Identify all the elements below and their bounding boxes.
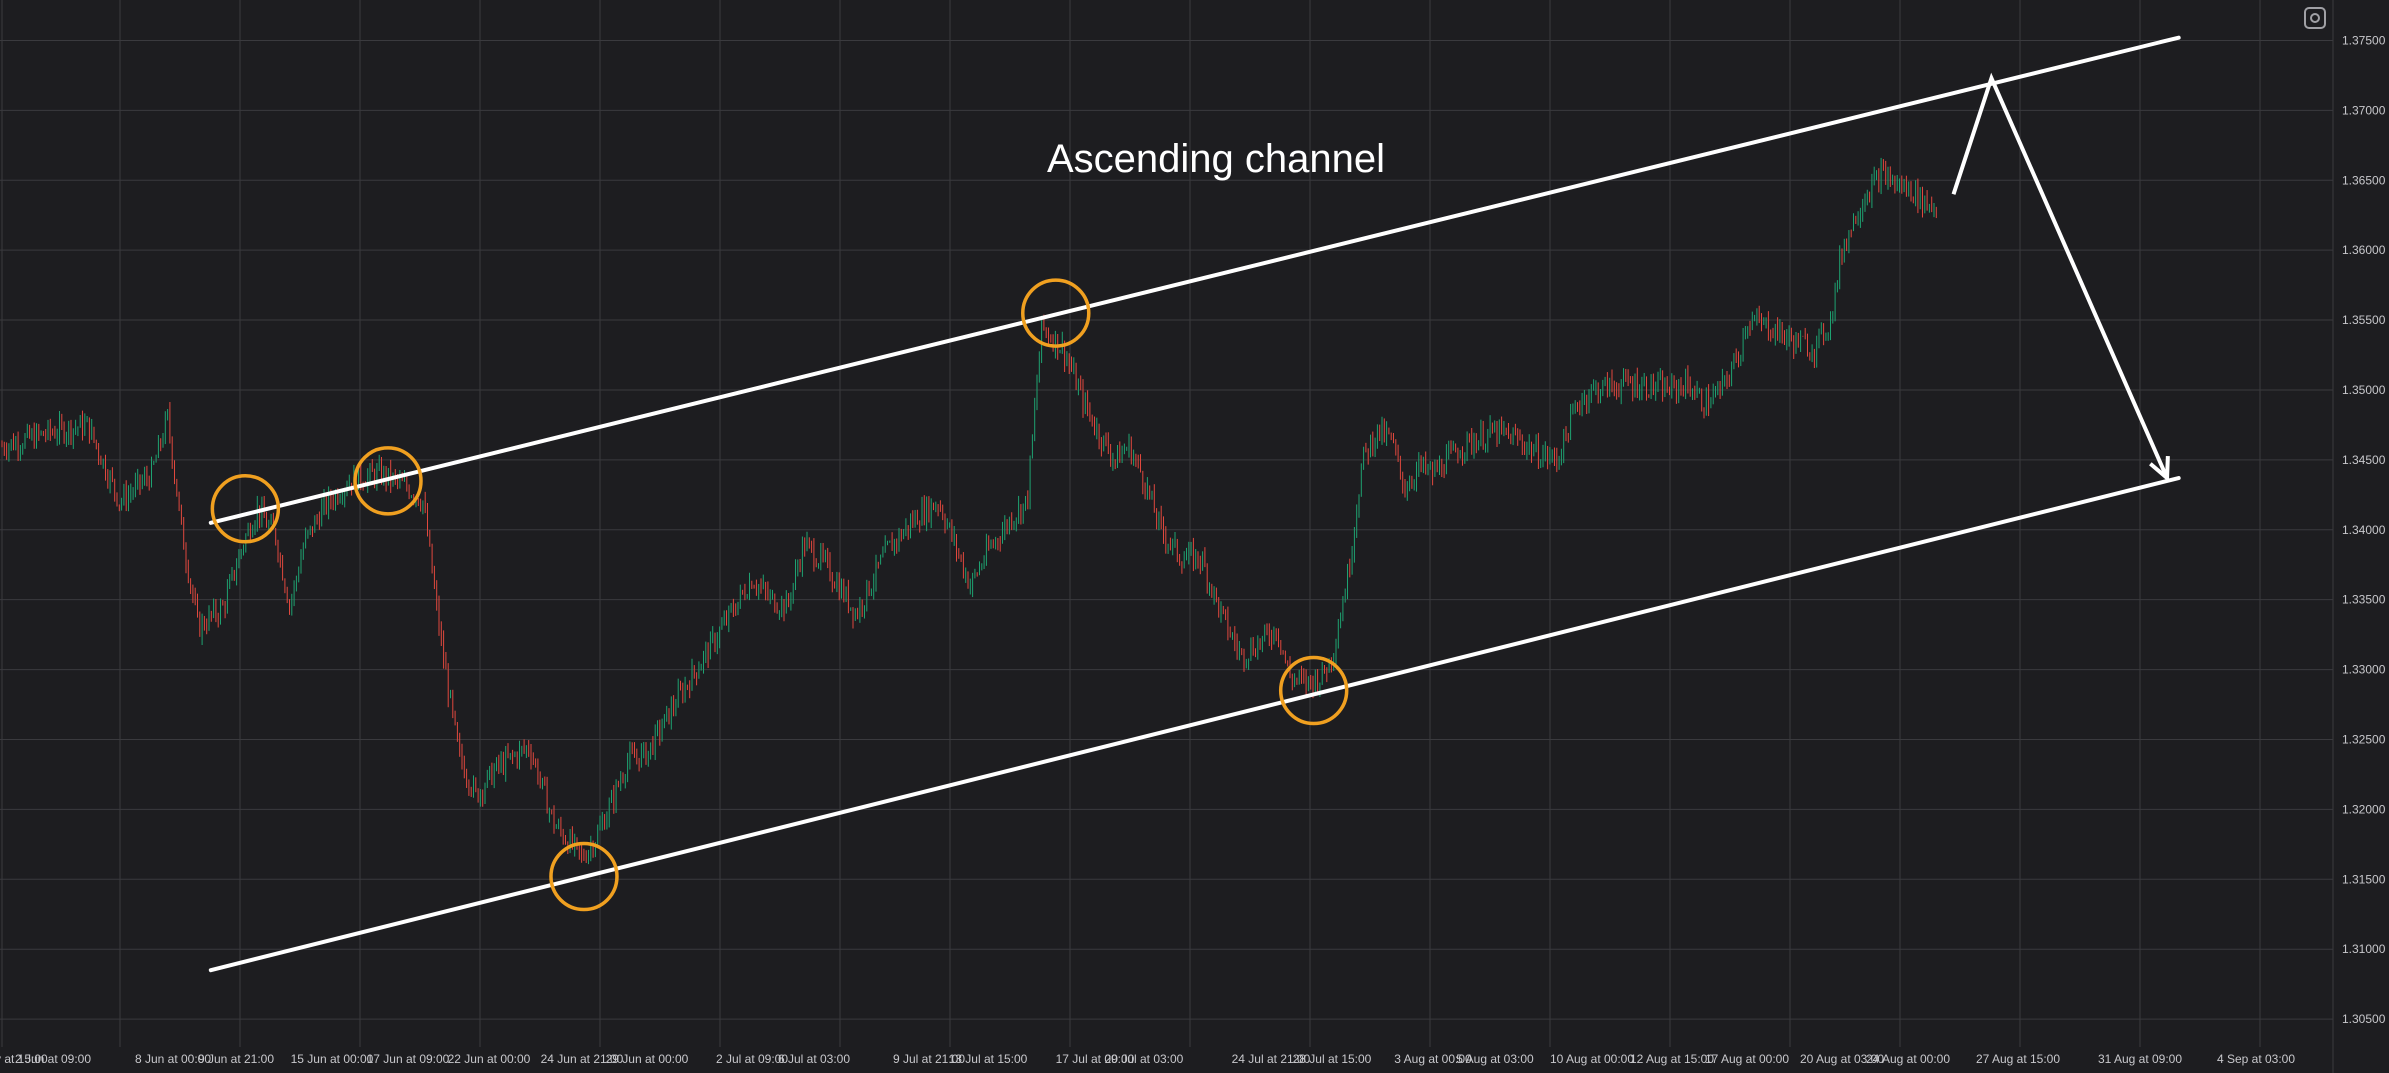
y-axis: 1.37500 1.37000 1.36500 1.36000 1.35500 1.350…: [2342, 33, 2386, 1026]
y-tick-label: 1.35500: [2342, 313, 2386, 327]
y-tick-label: 1.34000: [2342, 523, 2386, 537]
y-tick-label: 1.32500: [2342, 732, 2386, 746]
x-tick-label: 2 Jun at 09:00: [15, 1052, 91, 1066]
y-tick-label: 1.30500: [2342, 1012, 2386, 1026]
y-tick-label: 1.31000: [2342, 942, 2386, 956]
x-tick-label: 17 Aug at 00:00: [1705, 1052, 1789, 1066]
y-tick-label: 1.37500: [2342, 33, 2386, 47]
price-chart: 1.37500 1.37000 1.36500 1.36000 1.35500 1.350…: [0, 0, 2389, 1073]
x-tick-label: 28 Jul at 15:00: [1293, 1052, 1372, 1066]
x-tick-label: 20 Jul at 03:00: [1105, 1052, 1184, 1066]
y-tick-label: 1.36000: [2342, 243, 2386, 257]
x-tick-label: 6 Jul at 03:00: [778, 1052, 850, 1066]
x-tick-label: 9 Jun at 21:00: [198, 1052, 274, 1066]
x-tick-label: 24 Aug at 00:00: [1866, 1052, 1950, 1066]
y-tick-label: 1.33000: [2342, 663, 2386, 677]
y-tick-label: 1.37000: [2342, 103, 2386, 117]
y-tick-label: 1.34500: [2342, 453, 2386, 467]
y-tick-label: 1.32000: [2342, 802, 2386, 816]
y-tick-label: 1.35000: [2342, 383, 2386, 397]
y-tick-label: 1.31500: [2342, 872, 2386, 886]
x-tick-label: 15 Jun at 00:00: [291, 1052, 374, 1066]
settings-dot-icon: [2310, 13, 2320, 23]
y-tick-label: 1.36500: [2342, 173, 2386, 187]
chart-settings-icon[interactable]: [2304, 7, 2326, 29]
x-tick-label: 17 Jun at 09:00: [367, 1052, 450, 1066]
x-tick-label: 10 Aug at 00:00: [1550, 1052, 1634, 1066]
chart-title: Ascending channel: [1047, 137, 1385, 181]
x-tick-label: 27 Aug at 15:00: [1976, 1052, 2060, 1066]
x-tick-label: 31 Aug at 09:00: [2098, 1052, 2182, 1066]
x-tick-label: 5 Aug at 03:00: [1456, 1052, 1534, 1066]
x-tick-label: 12 Aug at 15:00: [1630, 1052, 1714, 1066]
x-tick-label: 13 Jul at 15:00: [949, 1052, 1028, 1066]
x-tick-label: 4 Sep at 03:00: [2217, 1052, 2295, 1066]
y-tick-label: 1.33500: [2342, 593, 2386, 607]
x-tick-label: 29 Jun at 00:00: [606, 1052, 689, 1066]
x-tick-label: 22 Jun at 00:00: [448, 1052, 531, 1066]
